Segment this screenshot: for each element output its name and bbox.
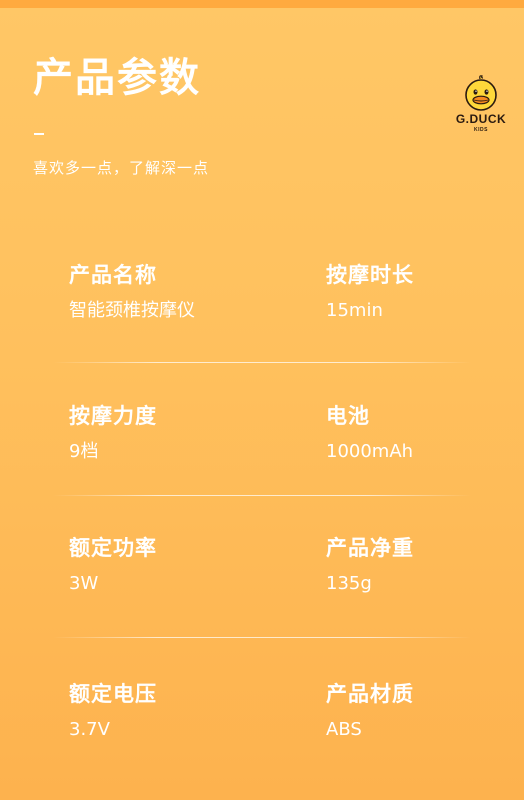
row-divider bbox=[53, 637, 471, 638]
spec-label: 额定电压 bbox=[69, 682, 157, 706]
spec-label: 产品净重 bbox=[326, 536, 414, 560]
spec-massage-strength: 按摩力度 9档 bbox=[69, 406, 157, 461]
row-divider bbox=[53, 495, 471, 496]
spec-value: 15min bbox=[326, 300, 383, 321]
spec-value: 3W bbox=[69, 573, 99, 594]
spec-label: 额定功率 bbox=[69, 536, 157, 560]
spec-value: 9档 bbox=[69, 441, 99, 462]
spec-massage-duration: 按摩时长 15min bbox=[326, 265, 414, 320]
spec-label: 电池 bbox=[326, 404, 370, 428]
spec-value: 1000mAh bbox=[326, 441, 414, 462]
spec-value: ABS bbox=[326, 719, 362, 740]
spec-battery: 电池 1000mAh bbox=[326, 406, 413, 461]
spec-label: 产品名称 bbox=[69, 263, 157, 287]
spec-value: 135g bbox=[326, 573, 372, 594]
row-divider bbox=[53, 362, 471, 363]
spec-rated-power: 额定功率 3W bbox=[69, 538, 157, 593]
spec-value: 智能颈椎按摩仪 bbox=[69, 300, 195, 321]
spec-label: 按摩力度 bbox=[69, 404, 157, 428]
spec-label: 按摩时长 bbox=[326, 263, 414, 287]
spec-material: 产品材质 ABS bbox=[326, 684, 414, 739]
spec-value: 3.7V bbox=[69, 719, 110, 740]
spec-rated-voltage: 额定电压 3.7V bbox=[69, 684, 157, 739]
spec-product-name: 产品名称 智能颈椎按摩仪 bbox=[69, 265, 195, 320]
spec-grid: 产品名称 智能颈椎按摩仪 按摩时长 15min 按摩力度 9档 电池 1000m… bbox=[0, 0, 524, 800]
spec-label: 产品材质 bbox=[326, 682, 414, 706]
spec-net-weight: 产品净重 135g bbox=[326, 538, 414, 593]
